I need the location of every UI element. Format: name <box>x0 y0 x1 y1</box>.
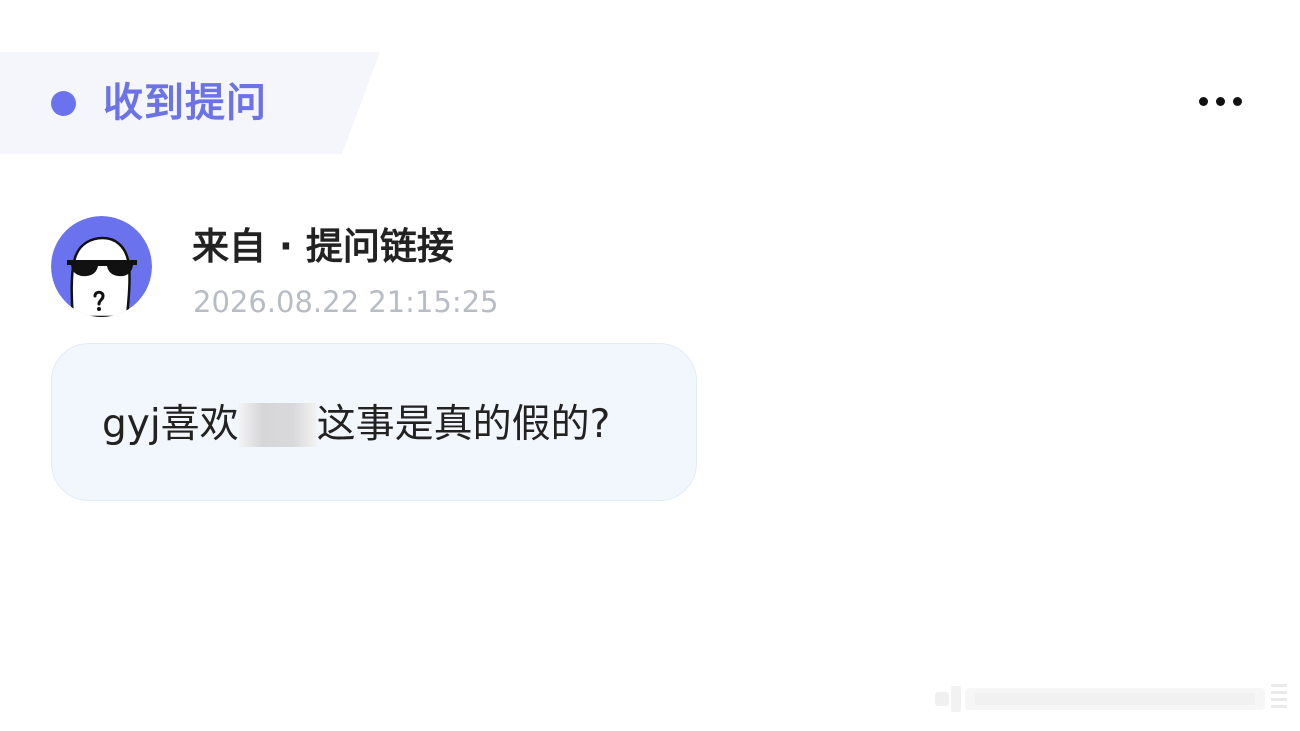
sender-name: 来自 · 提问链接 <box>192 225 454 268</box>
anonymous-sunglasses-avatar-icon <box>51 216 152 317</box>
question-text: gyj喜欢 这事是真的假的? <box>102 399 610 451</box>
more-dot-icon <box>1198 96 1208 106</box>
watermark-logo <box>935 684 1287 712</box>
status-dot-icon <box>51 91 76 116</box>
question-card: 收到提问 来自 · 提问链接 2026.08.22 21:15:25 gyj喜欢… <box>0 0 1300 731</box>
more-button[interactable] <box>1190 86 1250 116</box>
page-title: 收到提问 <box>103 80 267 126</box>
avatar[interactable] <box>51 216 152 317</box>
question-bubble[interactable]: gyj喜欢 这事是真的假的? <box>51 343 697 501</box>
redacted-block <box>238 403 317 447</box>
more-dot-icon <box>1232 96 1242 106</box>
question-text-after: 这事是真的假的? <box>316 402 611 447</box>
header-tag: 收到提问 <box>0 52 380 154</box>
more-dot-icon <box>1215 96 1225 106</box>
timestamp: 2026.08.22 21:15:25 <box>193 285 499 319</box>
question-text-before: gyj喜欢 <box>102 402 239 447</box>
